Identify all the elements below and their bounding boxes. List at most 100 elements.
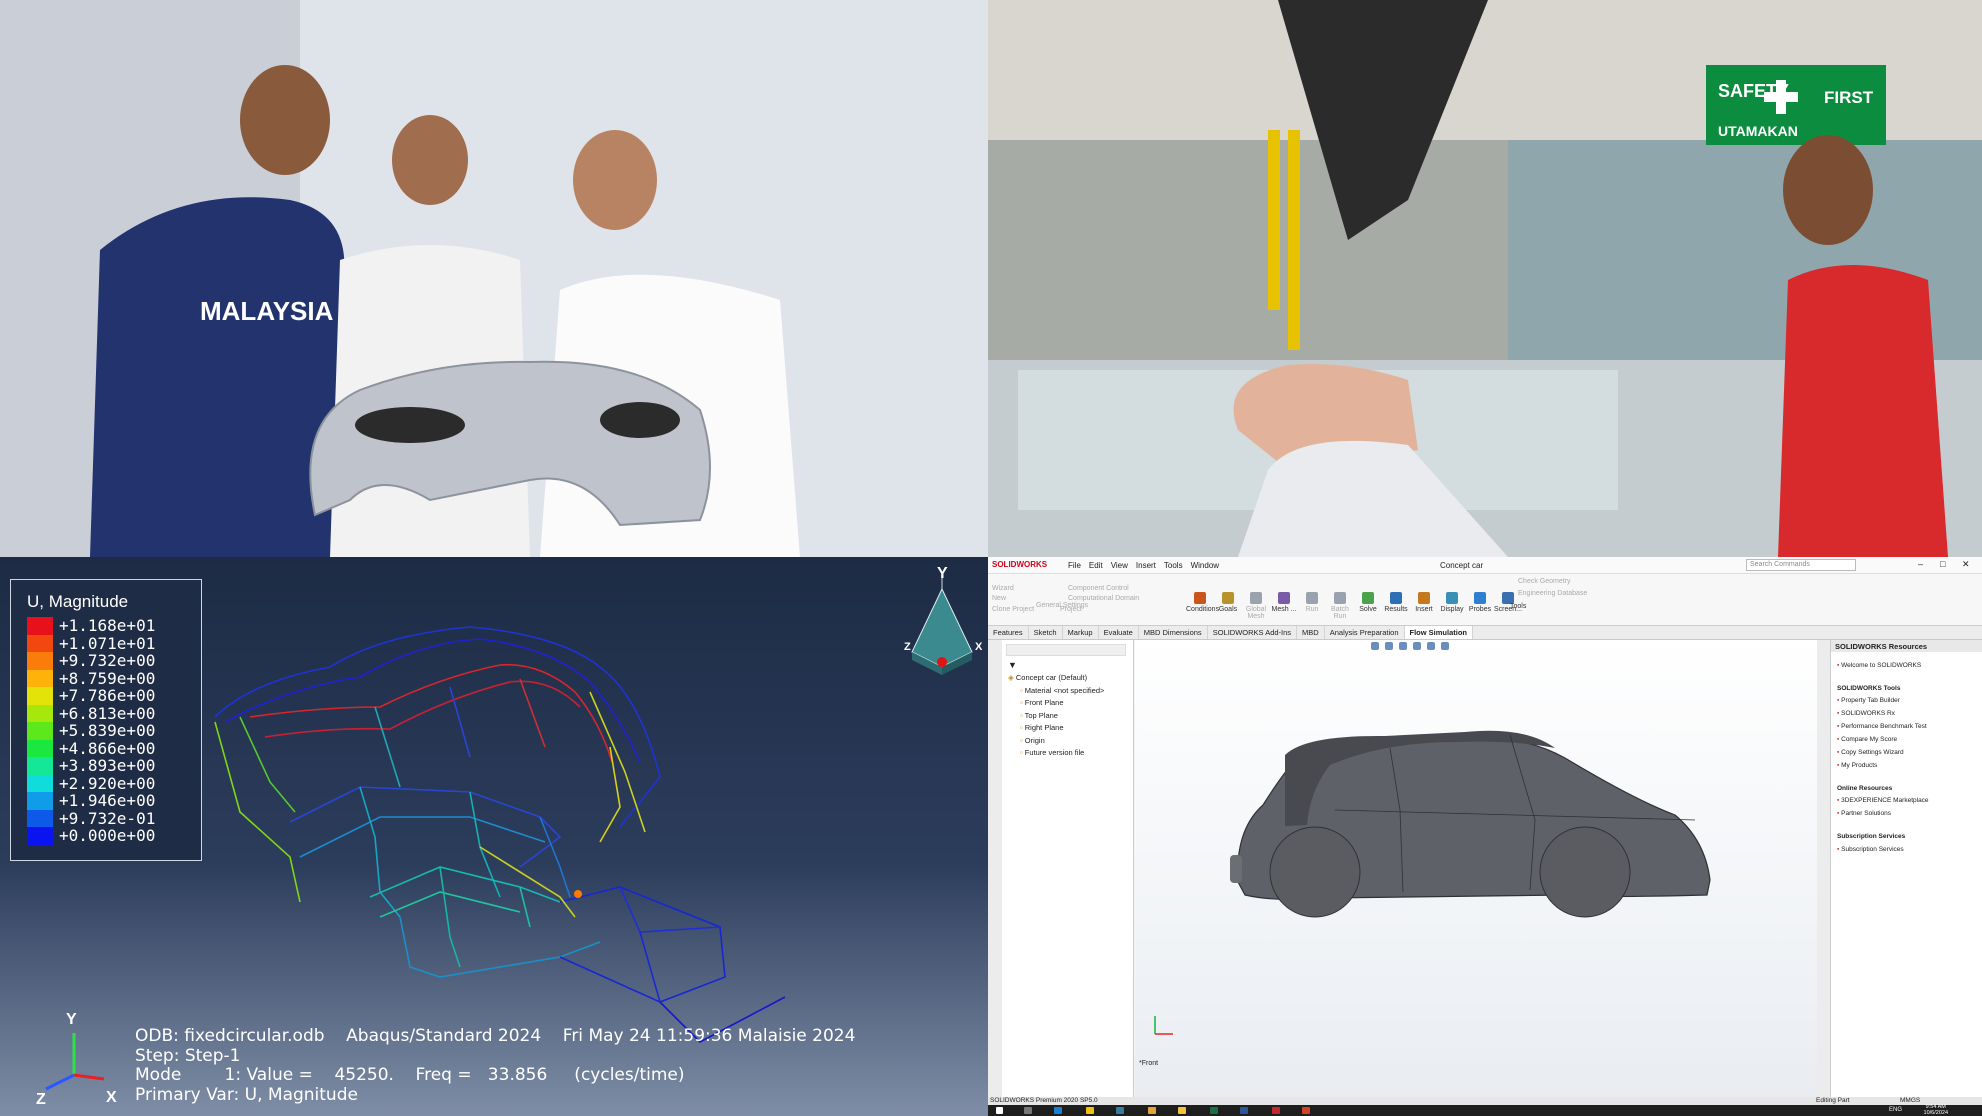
word-icon[interactable] xyxy=(1240,1107,1248,1114)
car-3d-model[interactable] xyxy=(1135,640,1817,1097)
clock[interactable]: 9:54 AM 10/6/2024 xyxy=(1924,1104,1948,1116)
search-commands-input[interactable]: Search Commands xyxy=(1746,559,1856,571)
filter-icon[interactable]: ▼ xyxy=(1008,660,1017,670)
ribbon-button-label: Display xyxy=(1440,606,1464,613)
tree-item[interactable]: ▫ Top Plane xyxy=(1020,711,1058,720)
resources-link[interactable]: ▪ Performance Benchmark Test xyxy=(1837,723,1927,730)
menu-item[interactable]: Tools xyxy=(1164,561,1183,570)
heads-up-toolbar[interactable] xyxy=(1371,642,1551,652)
resources-link[interactable]: ▪ SOLIDWORKS Rx xyxy=(1837,710,1895,717)
resources-link[interactable]: ▪ Subscription Services xyxy=(1837,846,1904,853)
tree-item[interactable]: ▫ Origin xyxy=(1020,736,1045,745)
ribbon-item[interactable]: Project xyxy=(1060,606,1082,613)
tree-item-label: Top Plane xyxy=(1024,710,1058,720)
view-orientation-cube[interactable] xyxy=(911,577,973,675)
powerpoint-icon[interactable] xyxy=(1302,1107,1310,1114)
tree-item[interactable]: ◈ Concept car (Default) xyxy=(1008,673,1087,682)
resources-link[interactable]: ▪ Welcome to SOLIDWORKS xyxy=(1837,662,1921,669)
ribbon-button-label: Mesh ... xyxy=(1271,606,1297,613)
resources-link[interactable]: ▪ 3DEXPERIENCE Marketplace xyxy=(1837,797,1929,804)
ribbon-item[interactable]: Computational Domain xyxy=(1068,595,1139,602)
menu-item[interactable]: Window xyxy=(1191,561,1219,570)
solidworks-window: SOLIDWORKS File Edit View Insert Tools Window… xyxy=(988,557,1982,1116)
resources-link[interactable]: ▪ Property Tab Builder xyxy=(1837,697,1900,704)
ribbon-button-label: Solve xyxy=(1359,606,1377,613)
resources-link[interactable]: ▪ My Products xyxy=(1837,762,1877,769)
ribbon-item[interactable]: Component Control xyxy=(1068,585,1129,592)
solidworks-taskbar-icon[interactable] xyxy=(1272,1107,1280,1114)
resources-link[interactable]: ▪ Copy Settings Wizard xyxy=(1837,749,1904,756)
resource-label: Property Tab Builder xyxy=(1841,697,1900,704)
display-style-icon[interactable] xyxy=(1441,642,1449,650)
ribbon-button[interactable]: Run xyxy=(1298,592,1326,613)
tree-toolbar[interactable] xyxy=(1006,644,1126,656)
language-indicator[interactable]: ENG xyxy=(1889,1107,1902,1113)
excel-icon[interactable] xyxy=(1210,1107,1218,1114)
maximize-icon[interactable]: □ xyxy=(1940,559,1945,569)
store-icon[interactable] xyxy=(1086,1107,1094,1114)
tab-solidworks-add-ins[interactable]: SOLIDWORKS Add-Ins xyxy=(1208,626,1298,639)
previous-view-icon[interactable] xyxy=(1399,642,1407,650)
menu-item[interactable]: Insert xyxy=(1136,561,1156,570)
resources-section-heading[interactable]: Online Resources xyxy=(1837,785,1892,792)
ribbon-item[interactable]: Engineering Database xyxy=(1518,590,1587,597)
ribbon-button[interactable]: Display xyxy=(1438,592,1466,613)
tab-mbd-dimensions[interactable]: MBD Dimensions xyxy=(1139,626,1208,639)
resources-section-heading[interactable]: SOLIDWORKS Tools xyxy=(1837,685,1900,692)
ribbon-button[interactable]: Goals xyxy=(1214,592,1242,613)
tree-item[interactable]: ▫ Future version file xyxy=(1020,748,1084,757)
tab-flow-simulation[interactable]: Flow Simulation xyxy=(1404,626,1474,639)
ribbon-item[interactable]: Tools xyxy=(1510,603,1526,610)
tab-features[interactable]: Features xyxy=(988,626,1029,639)
ribbon-button[interactable]: Insert xyxy=(1410,592,1438,613)
graphics-area[interactable]: *Front xyxy=(1135,640,1817,1097)
tab-sketch[interactable]: Sketch xyxy=(1029,626,1063,639)
zoom-fit-icon[interactable] xyxy=(1371,642,1379,650)
status-units[interactable]: MMGS xyxy=(1900,1097,1920,1104)
tab-mbd[interactable]: MBD xyxy=(1297,626,1325,639)
ribbon-button[interactable]: Results xyxy=(1382,592,1410,613)
abaqus-viewport[interactable]: U, Magnitude +1.168e+01 +1.071e+01 +9.732e… xyxy=(0,557,988,1116)
view-orientation-icon[interactable] xyxy=(1427,642,1435,650)
tab-evaluate[interactable]: Evaluate xyxy=(1099,626,1139,639)
ribbon-item[interactable]: Wizard xyxy=(992,585,1014,592)
tree-item[interactable]: ▫ Front Plane xyxy=(1020,698,1064,707)
app-icon[interactable] xyxy=(1116,1107,1124,1114)
resources-section-heading[interactable]: Subscription Services xyxy=(1837,833,1905,840)
ribbon-item[interactable]: New xyxy=(992,595,1006,602)
menu-item[interactable]: View xyxy=(1111,561,1128,570)
view-cube-axis-y: Y xyxy=(937,565,948,582)
ribbon-item[interactable]: Clone Project xyxy=(992,606,1034,613)
resources-link[interactable]: ▪ Partner Solutions xyxy=(1837,810,1891,817)
ribbon-item[interactable]: Check Geometry xyxy=(1518,578,1571,585)
section-view-icon[interactable] xyxy=(1413,642,1421,650)
task-pane-tabs[interactable] xyxy=(1817,640,1830,1097)
resources-link[interactable]: ▪ Compare My Score xyxy=(1837,736,1897,743)
analysis-info-block: ODB: fixedcircular.odb Abaqus/Standard 2… xyxy=(135,1026,855,1105)
ribbon-button[interactable]: Batch Run xyxy=(1326,592,1354,620)
ribbon-button[interactable]: Solve xyxy=(1354,592,1382,613)
edge-icon[interactable] xyxy=(1054,1107,1062,1114)
ribbon-button[interactable]: Global Mesh xyxy=(1242,592,1270,620)
windows-taskbar: ENG 9:54 AM 10/6/2024 xyxy=(988,1104,1982,1116)
file-explorer-icon[interactable] xyxy=(1178,1107,1186,1114)
resource-label: Welcome to SOLIDWORKS xyxy=(1841,662,1922,669)
zoom-area-icon[interactable] xyxy=(1385,642,1393,650)
resources-task-pane: SOLIDWORKS Resources ▪ Welcome to SOLIDW… xyxy=(1830,640,1982,1097)
coordinate-triad-icon xyxy=(45,1033,105,1091)
menu-item[interactable]: File xyxy=(1068,561,1081,570)
start-icon[interactable] xyxy=(996,1107,1003,1114)
minimize-icon[interactable]: – xyxy=(1918,559,1923,569)
resource-label: Partner Solutions xyxy=(1841,810,1891,817)
tree-item[interactable]: ▫ Right Plane xyxy=(1020,723,1064,732)
ribbon-button[interactable]: Mesh ... xyxy=(1270,592,1298,613)
tab-markup[interactable]: Markup xyxy=(1063,626,1099,639)
ribbon-button[interactable]: Conditions xyxy=(1186,592,1219,613)
chrome-icon[interactable] xyxy=(1148,1107,1156,1114)
close-icon[interactable]: ✕ xyxy=(1962,559,1970,570)
ribbon-button[interactable]: Probes xyxy=(1466,592,1494,613)
tree-item[interactable]: ▫ Material <not specified> xyxy=(1020,686,1104,695)
menu-item[interactable]: Edit xyxy=(1089,561,1103,570)
search-icon[interactable] xyxy=(1024,1107,1032,1114)
tab-analysis-preparation[interactable]: Analysis Preparation xyxy=(1325,626,1405,639)
